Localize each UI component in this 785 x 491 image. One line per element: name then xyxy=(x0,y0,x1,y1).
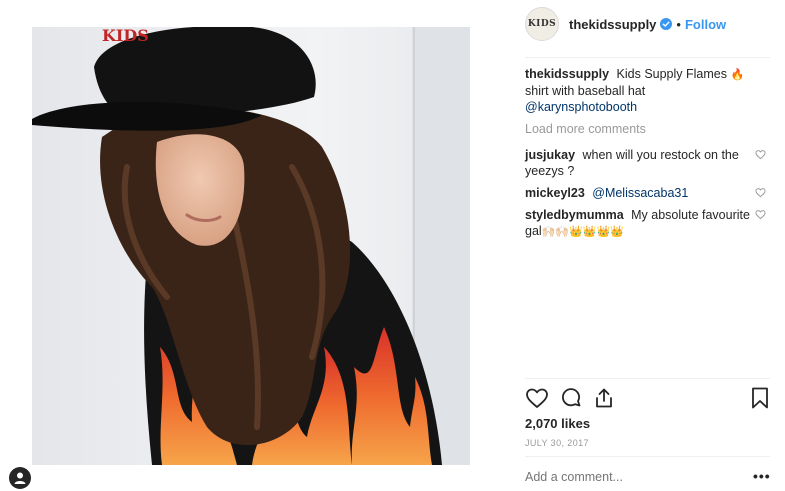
comment-row: styledbymumma My absolute favourite gal🙌… xyxy=(525,207,770,240)
comment-row: jusjukay when will you restock on the ye… xyxy=(525,147,770,179)
comment-username[interactable]: styledbymumma xyxy=(525,208,627,222)
comment-like-heart-icon[interactable] xyxy=(755,209,766,220)
post-header: KIDS thekidssupply • Follow xyxy=(525,6,726,42)
follow-button[interactable]: Follow xyxy=(685,17,726,32)
hat-logo-text: KIDS xyxy=(102,27,149,45)
caption-text: Kids Supply Flames xyxy=(616,67,727,81)
post-date: JULY 30, 2017 xyxy=(525,438,589,448)
caption: thekidssupply Kids Supply Flames 🔥 shirt… xyxy=(525,66,770,115)
comment-username[interactable]: mickeyl23 xyxy=(525,186,588,200)
likes-count[interactable]: 2,070 likes xyxy=(525,416,590,431)
post-sidebar: KIDS thekidssupply • Follow thekidssuppl… xyxy=(525,0,775,491)
comment-like-heart-icon[interactable] xyxy=(755,187,766,198)
load-more-comments[interactable]: Load more comments xyxy=(525,121,770,137)
avatar[interactable]: KIDS xyxy=(525,7,559,41)
action-bar xyxy=(525,386,770,412)
share-icon[interactable] xyxy=(592,386,616,410)
actions-divider xyxy=(525,378,770,379)
fire-emoji: 🔥 xyxy=(730,68,745,81)
comment-icon[interactable] xyxy=(559,386,583,410)
comment-box-divider xyxy=(525,456,770,457)
bookmark-icon[interactable] xyxy=(748,386,772,410)
comment-row: mickeyl23 @Melissacaba31 xyxy=(525,185,770,201)
photo-illustration: KIDS xyxy=(32,27,470,465)
more-options-button[interactable]: ••• xyxy=(753,468,771,484)
caption-username[interactable]: thekidssupply xyxy=(525,67,613,81)
avatar-text: KIDS xyxy=(527,19,557,29)
caption-text-after: shirt with baseball hat xyxy=(525,84,646,98)
header-divider xyxy=(525,57,770,58)
comment-like-heart-icon[interactable] xyxy=(755,149,766,160)
caption-mention[interactable]: @karynsphotobooth xyxy=(525,100,637,114)
heart-icon[interactable] xyxy=(525,386,549,410)
separator-dot: • xyxy=(676,16,681,32)
header-username[interactable]: thekidssupply xyxy=(569,17,656,32)
comments-section: thekidssupply Kids Supply Flames 🔥 shirt… xyxy=(525,66,770,246)
comment-emojis: 🙌🏻🙌🏻👑👑👑👑 xyxy=(541,225,624,238)
comment-username[interactable]: jusjukay xyxy=(525,148,579,162)
post-photo[interactable]: KIDS xyxy=(32,27,470,465)
comment-mention[interactable]: @Melissacaba31 xyxy=(592,186,688,200)
profile-icon[interactable] xyxy=(9,467,31,489)
add-comment-input[interactable] xyxy=(525,470,725,484)
verified-badge-icon xyxy=(660,18,673,30)
